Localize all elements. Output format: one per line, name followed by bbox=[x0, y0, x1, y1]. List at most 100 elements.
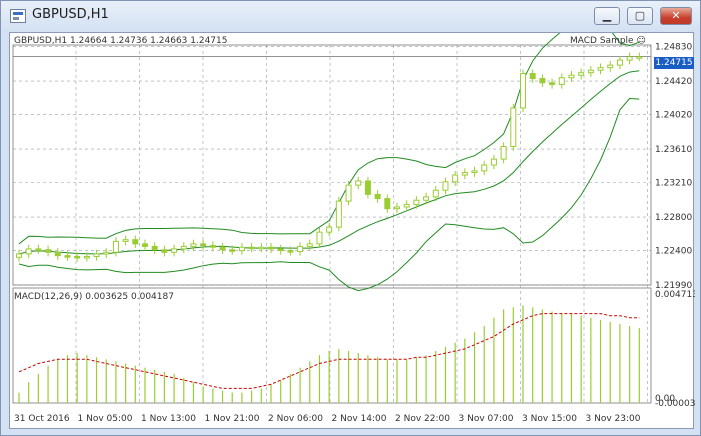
time-tick-label: 2 Nov 14:00 bbox=[332, 414, 387, 424]
candle-body bbox=[461, 172, 468, 176]
candle-body bbox=[200, 243, 207, 247]
candle-body bbox=[510, 107, 517, 148]
candle-body bbox=[326, 226, 333, 233]
window-title: GBPUSD,H1 bbox=[32, 7, 109, 22]
macd-panel-header: MACD(12,26,9) 0.003625 0.004187 bbox=[14, 292, 174, 302]
candle-body bbox=[587, 69, 594, 74]
price-panel-header: GBPUSD,H1 1.24664 1.24736 1.24663 1.2471… bbox=[14, 36, 228, 46]
candle-body bbox=[384, 198, 391, 210]
candle-body bbox=[374, 193, 381, 200]
maximize-button[interactable]: ▢ bbox=[627, 7, 653, 25]
time-tick-label: 31 Oct 2016 bbox=[14, 414, 70, 424]
candle-body bbox=[558, 77, 565, 85]
candle-body bbox=[45, 249, 52, 253]
current-price-tag: 1.24715 bbox=[654, 57, 694, 69]
macd-tick-label: -0.000032 bbox=[655, 399, 695, 409]
candle-body bbox=[287, 250, 294, 253]
candle-body bbox=[122, 239, 129, 242]
candle-body bbox=[335, 200, 342, 228]
candle-body bbox=[471, 170, 478, 174]
candle-body bbox=[151, 245, 158, 251]
candle-body bbox=[432, 189, 439, 198]
candle-body bbox=[568, 74, 575, 79]
candle-body bbox=[539, 78, 546, 84]
price-tick-label: 1.23610 bbox=[655, 145, 692, 155]
candle-body bbox=[219, 246, 226, 251]
candle-body bbox=[442, 181, 449, 191]
candle-body bbox=[481, 164, 488, 172]
bollinger-bands bbox=[18, 33, 640, 292]
chart-area[interactable]: 1.24830 1.24420 1.24020 1.23610 1.23210 1.228… bbox=[9, 32, 695, 430]
price-tick-label: 1.24020 bbox=[655, 111, 692, 121]
price-tick-label: 1.22800 bbox=[655, 213, 692, 223]
candle-body bbox=[626, 56, 633, 61]
candle-body bbox=[364, 180, 371, 195]
candle-body bbox=[597, 67, 604, 71]
time-tick-label: 1 Nov 13:00 bbox=[141, 414, 196, 424]
candle-body bbox=[355, 180, 362, 186]
candle-body bbox=[238, 246, 245, 252]
time-tick-label: 2 Nov 06:00 bbox=[268, 414, 323, 424]
title-bar[interactable]: GBPUSD,H1 ▁ ▢ ✕ bbox=[1, 1, 700, 31]
candle-body bbox=[500, 146, 507, 160]
candle-body bbox=[452, 174, 459, 183]
candle-body bbox=[229, 249, 236, 252]
smiley-icon: ☺ bbox=[636, 36, 646, 46]
expert-advisor-label: MACD Sample ☺ bbox=[570, 36, 646, 46]
time-tick-label: 3 Nov 07:00 bbox=[459, 414, 514, 424]
bollinger-lower bbox=[18, 97, 640, 292]
chart-canvas[interactable]: 1.24830 1.24420 1.24020 1.23610 1.23210 1.228… bbox=[10, 33, 695, 430]
candle-body bbox=[578, 72, 585, 76]
macd-tick-label: 0.004713 bbox=[655, 290, 695, 300]
candle-body bbox=[549, 82, 556, 85]
candle-body bbox=[180, 245, 187, 250]
macd-histogram bbox=[18, 305, 640, 403]
candle-body bbox=[35, 248, 42, 251]
expert-advisor-name: MACD Sample bbox=[570, 36, 634, 46]
candle-body bbox=[413, 199, 420, 205]
price-tick-label: 1.24420 bbox=[655, 77, 692, 87]
candle-body bbox=[345, 184, 352, 202]
close-button[interactable]: ✕ bbox=[660, 7, 692, 25]
chart-window: GBPUSD,H1 ▁ ▢ ✕ 1.24830 1.24420 1.24020 1.2… bbox=[0, 0, 701, 436]
candle-body bbox=[161, 249, 168, 253]
candle-body bbox=[423, 196, 430, 201]
candle-body bbox=[306, 243, 313, 247]
candle-body bbox=[132, 239, 139, 245]
price-tick-label: 1.23210 bbox=[655, 179, 692, 189]
candle-body bbox=[93, 253, 100, 257]
candle-body bbox=[112, 240, 119, 253]
candle-body bbox=[616, 59, 623, 66]
candle-body bbox=[64, 255, 71, 258]
candle-body bbox=[83, 255, 90, 259]
time-tick-label: 1 Nov 05:00 bbox=[78, 414, 133, 424]
candle-body bbox=[248, 246, 255, 250]
candle-body bbox=[636, 56, 643, 59]
candle-body bbox=[297, 245, 304, 252]
candle-body bbox=[74, 255, 81, 259]
candle-body bbox=[16, 253, 22, 258]
candle-body bbox=[490, 158, 497, 166]
candle-body bbox=[316, 231, 323, 245]
candle-body bbox=[520, 73, 526, 109]
time-tick-label: 3 Nov 15:00 bbox=[522, 414, 577, 424]
candle-body bbox=[103, 251, 110, 255]
candle-body bbox=[403, 203, 410, 208]
time-tick-label: 3 Nov 23:00 bbox=[586, 414, 641, 424]
candle-body bbox=[277, 248, 284, 252]
candle-body bbox=[258, 246, 265, 250]
time-tick-label: 2 Nov 22:00 bbox=[395, 414, 450, 424]
time-tick-label: 1 Nov 21:00 bbox=[205, 414, 260, 424]
candle-body bbox=[54, 251, 61, 257]
price-tick-label: 1.22400 bbox=[655, 247, 692, 257]
candle-body bbox=[171, 248, 178, 253]
candle-body bbox=[209, 245, 216, 248]
candle-body bbox=[394, 206, 400, 210]
candle-body bbox=[190, 243, 197, 247]
candle-body bbox=[607, 64, 614, 69]
candle-body bbox=[25, 248, 32, 255]
candle-body bbox=[268, 246, 274, 250]
minimize-button[interactable]: ▁ bbox=[594, 7, 620, 25]
candle-body bbox=[142, 243, 148, 247]
candle-body bbox=[529, 73, 536, 80]
